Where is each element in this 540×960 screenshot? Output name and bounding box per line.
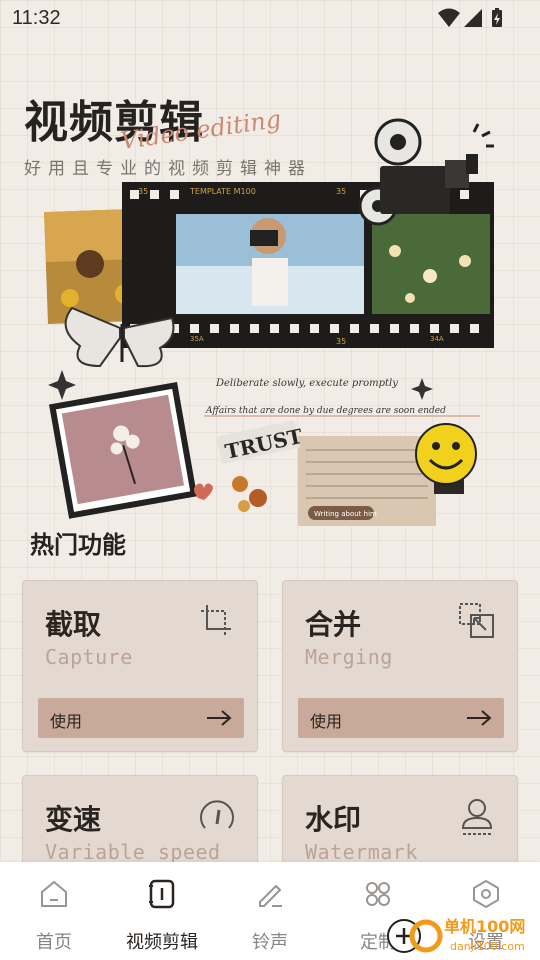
nav-label: 铃声 bbox=[252, 932, 288, 953]
writing-tag: Writing about him bbox=[314, 510, 377, 518]
speedometer-icon bbox=[200, 800, 234, 829]
ringtone-pen-icon bbox=[259, 885, 282, 907]
watermark-site-name: 单机100网 bbox=[444, 917, 525, 936]
star-decoration-2 bbox=[411, 378, 433, 400]
card-subtitle: Capture bbox=[45, 645, 133, 669]
status-icons bbox=[438, 8, 502, 27]
film-number-1: 35 bbox=[138, 187, 148, 196]
handwriting-2: Affairs that are done by due degrees are… bbox=[205, 406, 446, 416]
use-button[interactable]: 使用 bbox=[38, 698, 244, 738]
nav-item-home[interactable]: 首页 bbox=[0, 862, 108, 960]
film-number-4: 35 bbox=[336, 337, 346, 346]
nav-item-video-edit[interactable]: 视频剪辑 bbox=[108, 862, 216, 960]
heart-decoration bbox=[194, 483, 213, 500]
card-title: 水印 bbox=[305, 803, 362, 836]
card-title: 合并 bbox=[305, 608, 362, 641]
watermark-person-icon bbox=[461, 799, 493, 835]
watermark-site-url: danji100.com bbox=[450, 940, 525, 953]
use-button-label: 使用 bbox=[310, 712, 343, 731]
card-subtitle: Watermark bbox=[305, 840, 418, 864]
film-number-3: 35A bbox=[190, 335, 204, 343]
home-icon bbox=[41, 881, 67, 907]
card-subtitle: Merging bbox=[305, 645, 393, 669]
feature-card-capture[interactable]: 截取 Capture 使用 bbox=[22, 580, 258, 752]
card-title: 变速 bbox=[45, 803, 102, 836]
pink-flower-photo bbox=[48, 381, 198, 519]
use-button[interactable]: 使用 bbox=[298, 698, 504, 738]
video-edit-icon bbox=[149, 879, 175, 909]
feature-card-merging[interactable]: 合并 Merging 使用 bbox=[282, 580, 518, 752]
star-decoration bbox=[48, 370, 76, 400]
merge-icon bbox=[459, 603, 494, 638]
nav-label: 首页 bbox=[36, 932, 72, 953]
nav-item-ringtone[interactable]: 铃声 bbox=[216, 862, 324, 960]
hero-banner: TEMPLATE M100 35 35 35A 35 34A Deliberat… bbox=[0, 36, 540, 526]
arrow-right-icon bbox=[207, 710, 232, 726]
film-label: TEMPLATE M100 bbox=[189, 187, 256, 196]
nav-label: 视频剪辑 bbox=[126, 932, 198, 953]
settings-hexagon-icon bbox=[473, 880, 499, 908]
film-number-2: 35 bbox=[336, 187, 346, 196]
status-time: 11:32 bbox=[12, 7, 61, 29]
section-title: 热门功能 bbox=[30, 531, 126, 559]
trust-label: TRUST bbox=[215, 419, 305, 465]
use-button-label: 使用 bbox=[50, 712, 83, 731]
handwriting-1: Deliberate slowly, execute promptly bbox=[215, 378, 398, 389]
arrow-right-icon bbox=[467, 710, 492, 726]
site-watermark-logo: 单机100网 danji100.com bbox=[387, 917, 525, 953]
status-bar: 11:32 bbox=[0, 0, 540, 36]
letter-paper: Writing about him bbox=[298, 436, 436, 526]
crop-icon bbox=[201, 605, 231, 635]
flowers-small bbox=[232, 476, 267, 512]
hero-subtitle: 好用且专业的视频剪辑神器 bbox=[24, 159, 312, 179]
custom-grid-icon bbox=[366, 882, 390, 906]
card-subtitle: Variable speed bbox=[45, 840, 221, 864]
film-number-5: 34A bbox=[430, 335, 444, 343]
wifi-icon bbox=[438, 8, 460, 27]
card-title: 截取 bbox=[45, 608, 102, 641]
signal-icon bbox=[464, 9, 482, 27]
